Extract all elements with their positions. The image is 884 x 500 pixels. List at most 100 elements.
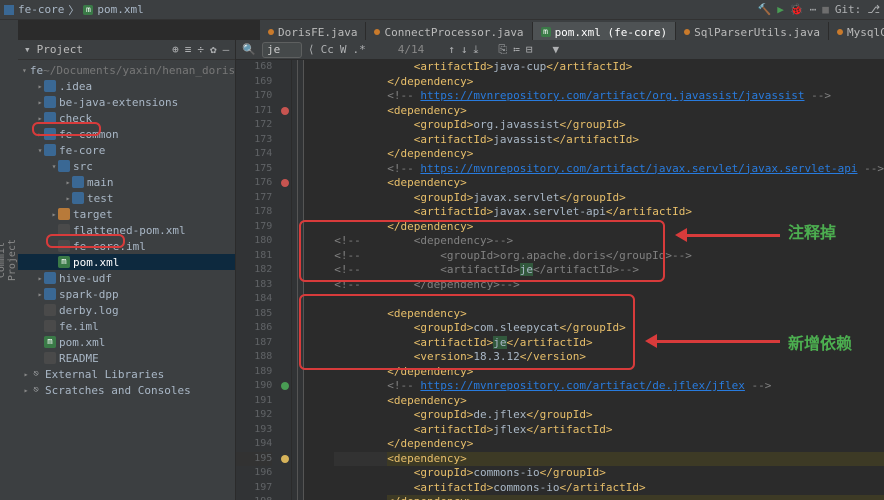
code-line[interactable]: <groupId>commons-io</groupId> [334, 466, 884, 481]
tree-item-derby-log[interactable]: derby.log [18, 302, 235, 318]
tree-item--idea[interactable]: ▸.idea [18, 78, 235, 94]
line-number[interactable]: 171 [236, 104, 272, 119]
code-line[interactable]: <dependency> [334, 394, 884, 409]
code-line[interactable]: <artifactId>javassist</artifactId> [334, 133, 884, 148]
line-number[interactable]: 198 [236, 495, 272, 500]
line-number[interactable]: 184 [236, 292, 272, 307]
fold-column[interactable] [292, 60, 304, 500]
down-icon[interactable]: ↓ [461, 43, 468, 56]
line-number[interactable]: 174 [236, 147, 272, 162]
line-number[interactable]: 196 [236, 466, 272, 481]
tree-item-fe-iml[interactable]: fe.iml [18, 318, 235, 334]
word-icon[interactable]: W [340, 43, 347, 56]
code-line[interactable]: <!-- https://mvnrepository.com/artifact/… [334, 379, 884, 394]
line-number[interactable]: 176 [236, 176, 272, 191]
search-input[interactable] [267, 43, 297, 56]
line-number[interactable]: 170 [236, 89, 272, 104]
settings-icon[interactable]: ✿ [210, 43, 217, 56]
line-number[interactable]: 181 [236, 249, 272, 264]
tree-item-fe-core-iml[interactable]: fe-core.iml [18, 238, 235, 254]
code-line[interactable]: <artifactId>javax.servlet-api</artifactI… [334, 205, 884, 220]
git-branch-icon[interactable]: ⎇ [867, 3, 880, 16]
line-number[interactable]: 197 [236, 481, 272, 496]
code-line[interactable]: <groupId>org.javassist</groupId> [334, 118, 884, 133]
tree-item-scratches-and-consoles[interactable]: ▸⎋Scratches and Consoles [18, 382, 235, 398]
tree-item-pom-xml[interactable]: mpom.xml [18, 334, 235, 350]
code-line[interactable]: <!-- </dependency>--> [334, 278, 884, 293]
code-line[interactable]: <artifactId>commons-io</artifactId> [334, 481, 884, 496]
code-line[interactable]: </dependency> [334, 437, 884, 452]
regex-icon[interactable]: Cc [321, 43, 334, 56]
code-line[interactable]: <dependency> [334, 104, 884, 119]
tab-pom-xml--fe-core-[interactable]: mpom.xml (fe-core) [533, 22, 677, 42]
tree-item-fe-core[interactable]: ▾fe-core [18, 142, 235, 158]
tree-item-be-java-extensions[interactable]: ▸be-java-extensions [18, 94, 235, 110]
line-number[interactable]: 169 [236, 75, 272, 90]
up-icon[interactable]: ↑ [448, 43, 455, 56]
line-number[interactable]: 187 [236, 336, 272, 351]
tree-arrow-icon[interactable]: ▸ [22, 370, 30, 379]
project-tree[interactable]: ▾fe ~/Documents/yaxin/henan_doris/doris-… [18, 60, 235, 400]
tree-arrow-icon[interactable]: ▸ [64, 178, 72, 187]
code-line[interactable]: <groupId>javax.servlet</groupId> [334, 191, 884, 206]
line-number[interactable]: 177 [236, 191, 272, 206]
tree-arrow-icon[interactable]: ▸ [36, 290, 44, 299]
tree-item-external-libraries[interactable]: ▸⎋External Libraries [18, 366, 235, 382]
tree-item-src[interactable]: ▾src [18, 158, 235, 174]
code-line[interactable]: </dependency> [334, 495, 884, 500]
code-line[interactable]: <dependency> [334, 307, 884, 322]
line-number[interactable]: 183 [236, 278, 272, 293]
line-number[interactable]: 168 [236, 60, 272, 75]
gutter-mark-green[interactable] [281, 382, 289, 390]
more-icon[interactable]: ≔ [513, 43, 520, 56]
code-line[interactable]: </dependency> [334, 147, 884, 162]
line-number[interactable]: 194 [236, 437, 272, 452]
locate-icon[interactable]: ⊕ [172, 43, 179, 56]
line-number[interactable]: 182 [236, 263, 272, 278]
tree-item-pom-xml[interactable]: mpom.xml [18, 254, 235, 270]
tab-mysqlconnectprocessor-java[interactable]: MysqlConnectProcessor.java [829, 22, 884, 42]
tab-sqlparserutils-java[interactable]: SqlParserUtils.java [676, 22, 829, 42]
code-line[interactable] [334, 292, 884, 307]
code-line[interactable]: <!-- https://mvnrepository.com/artifact/… [334, 162, 884, 177]
tree-arrow-icon[interactable]: ▸ [36, 274, 44, 283]
filter-icon[interactable]: ▼ [552, 43, 559, 56]
code-line[interactable]: <artifactId>jflex</artifactId> [334, 423, 884, 438]
breadcrumb-module[interactable]: fe-core [18, 3, 64, 16]
pin-icon[interactable]: ⎘ [498, 43, 507, 57]
code-line[interactable]: <groupId>de.jflex</groupId> [334, 408, 884, 423]
hide-icon[interactable]: — [223, 43, 230, 56]
line-number[interactable]: 179 [236, 220, 272, 235]
select-all-icon[interactable]: ⤓ [474, 43, 479, 57]
debug-icon[interactable]: 🐞 [790, 3, 804, 16]
line-number[interactable]: 186 [236, 321, 272, 336]
tree-item-readme[interactable]: README [18, 350, 235, 366]
gutter-mark-yellow[interactable] [281, 455, 289, 463]
project-dropdown-icon[interactable]: ▾ [24, 43, 31, 56]
line-number[interactable]: 175 [236, 162, 272, 177]
gutter-project[interactable]: Project [7, 233, 18, 287]
collapse-icon[interactable]: ÷ [197, 43, 204, 56]
code-line[interactable]: </dependency> [334, 75, 884, 90]
line-number[interactable]: 172 [236, 118, 272, 133]
line-number[interactable]: 173 [236, 133, 272, 148]
code-content[interactable]: <artifactId>java-cup</artifactId> </depe… [304, 60, 884, 500]
line-number[interactable]: 191 [236, 394, 272, 409]
line-number[interactable]: 195 [236, 452, 272, 467]
line-number[interactable]: 190 [236, 379, 272, 394]
tree-arrow-icon[interactable]: ▾ [36, 146, 44, 155]
tree-item-check[interactable]: ▸check [18, 110, 235, 126]
tree-item-fe[interactable]: ▾fe ~/Documents/yaxin/henan_doris/doris-… [18, 62, 235, 78]
tree-arrow-icon[interactable]: ▸ [64, 194, 72, 203]
gutter-mark-red[interactable] [281, 107, 289, 115]
line-number[interactable]: 180 [236, 234, 272, 249]
code-line[interactable]: <dependency> [334, 176, 884, 191]
code-line[interactable]: </dependency> [334, 365, 884, 380]
search-input-box[interactable] [262, 42, 302, 58]
tree-arrow-icon[interactable]: ▸ [36, 82, 44, 91]
line-number[interactable]: 189 [236, 365, 272, 380]
tree-arrow-icon[interactable]: ▸ [22, 386, 30, 395]
stop-icon[interactable]: ■ [822, 3, 829, 16]
tree-arrow-icon[interactable]: ▸ [50, 210, 58, 219]
more-run-icon[interactable]: ⋯ [810, 3, 817, 16]
